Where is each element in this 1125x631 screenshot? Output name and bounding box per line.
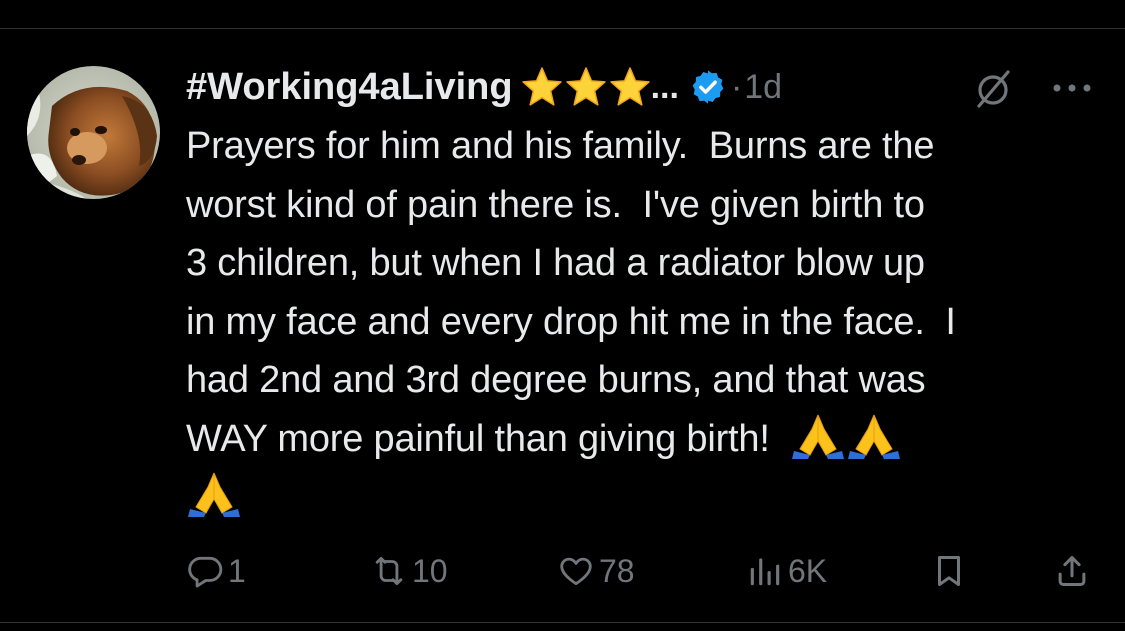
retweet-icon xyxy=(375,556,403,586)
verified-badge-icon[interactable] xyxy=(689,68,727,106)
share-button[interactable] xyxy=(1053,546,1091,596)
avatar[interactable] xyxy=(27,66,160,199)
name-badges xyxy=(521,66,653,108)
retweet-count: 10 xyxy=(412,552,448,589)
timestamp[interactable]: 1d xyxy=(744,68,782,107)
retweet-button[interactable]: 10 xyxy=(370,546,448,596)
reply-icon xyxy=(188,556,223,588)
folded-hands-icon xyxy=(792,414,845,459)
more-options-icon[interactable] xyxy=(1050,70,1094,106)
bookmark-button[interactable] xyxy=(930,546,968,596)
tweet-text: Prayers for him and his family. Burns ar… xyxy=(186,117,1106,527)
bottom-divider xyxy=(0,622,1125,623)
bookmark-icon xyxy=(937,556,961,586)
heart-icon xyxy=(560,557,592,586)
folded-hands-icon xyxy=(188,472,240,517)
tweet-header: #Working4aLiving ... · 1d xyxy=(186,60,782,114)
top-divider xyxy=(0,28,1125,29)
tweet-line: in my face and every drop hit me in the … xyxy=(186,300,956,343)
display-name[interactable]: #Working4aLiving xyxy=(186,66,513,109)
tweet-line: worst kind of pain there is. I've given … xyxy=(186,183,925,226)
dog-avatar-icon xyxy=(27,66,160,199)
share-icon xyxy=(1058,556,1086,586)
tweet-line: WAY more painful than giving birth! xyxy=(186,417,791,460)
reply-button[interactable]: 1 xyxy=(186,546,246,596)
tweet-line: had 2nd and 3rd degree burns, and that w… xyxy=(186,359,926,401)
name-truncation: ... xyxy=(650,67,679,106)
meta-separator: · xyxy=(730,67,743,106)
reply-count: 1 xyxy=(228,552,246,589)
views-count: 6K xyxy=(788,552,828,589)
views-button[interactable]: 6K xyxy=(746,546,827,596)
grok-icon[interactable] xyxy=(970,66,1016,112)
like-count: 78 xyxy=(599,552,635,589)
tweet-line: Prayers for him and his family. Burns ar… xyxy=(186,125,935,167)
star-icon xyxy=(521,67,562,106)
star-icon xyxy=(565,67,606,106)
tweet-actions: 1 10 78 6K xyxy=(0,546,1125,596)
star-icon xyxy=(609,67,650,106)
folded-hands-icon xyxy=(848,414,901,459)
views-chart-icon xyxy=(750,558,780,586)
like-button[interactable]: 78 xyxy=(557,546,635,596)
tweet-line: 3 children, but when I had a radiator bl… xyxy=(186,242,925,284)
